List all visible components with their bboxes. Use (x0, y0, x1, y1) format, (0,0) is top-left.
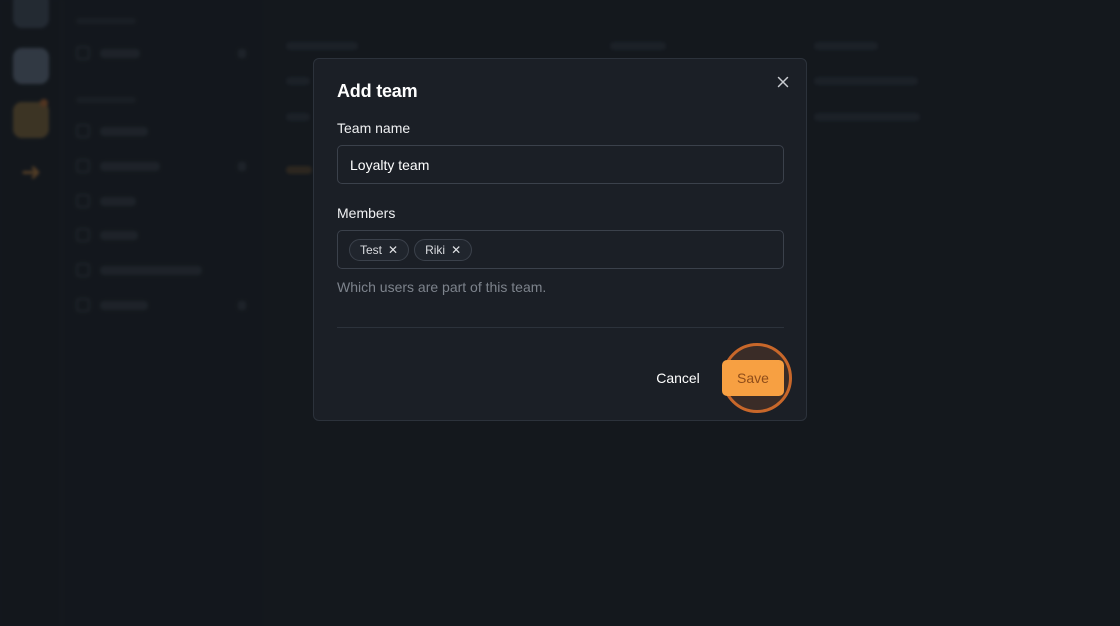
add-team-dialog: Add team Team name Members Test ✕ Riki ✕… (313, 58, 807, 421)
members-hint: Which users are part of this team. (337, 279, 547, 295)
close-button[interactable] (774, 73, 792, 91)
member-tag-label: Riki (425, 242, 446, 257)
member-tag: Test ✕ (349, 238, 410, 261)
dialog-title: Add team (337, 81, 418, 101)
team-name-input[interactable] (337, 145, 784, 184)
remove-member-icon[interactable]: ✕ (451, 244, 461, 256)
member-tag: Riki ✕ (414, 238, 473, 261)
cancel-button[interactable]: Cancel (646, 360, 710, 396)
close-icon (777, 76, 789, 88)
members-label: Members (337, 205, 396, 221)
members-input[interactable]: Test ✕ Riki ✕ (337, 230, 784, 269)
member-tag-label: Test (360, 242, 383, 257)
app-root: ➜ Add team Team name Loyalty team Member… (0, 0, 1120, 626)
footer-divider (337, 327, 784, 328)
save-button[interactable]: Save (722, 360, 784, 396)
team-name-label: Team name (337, 120, 411, 136)
remove-member-icon[interactable]: ✕ (388, 244, 398, 256)
